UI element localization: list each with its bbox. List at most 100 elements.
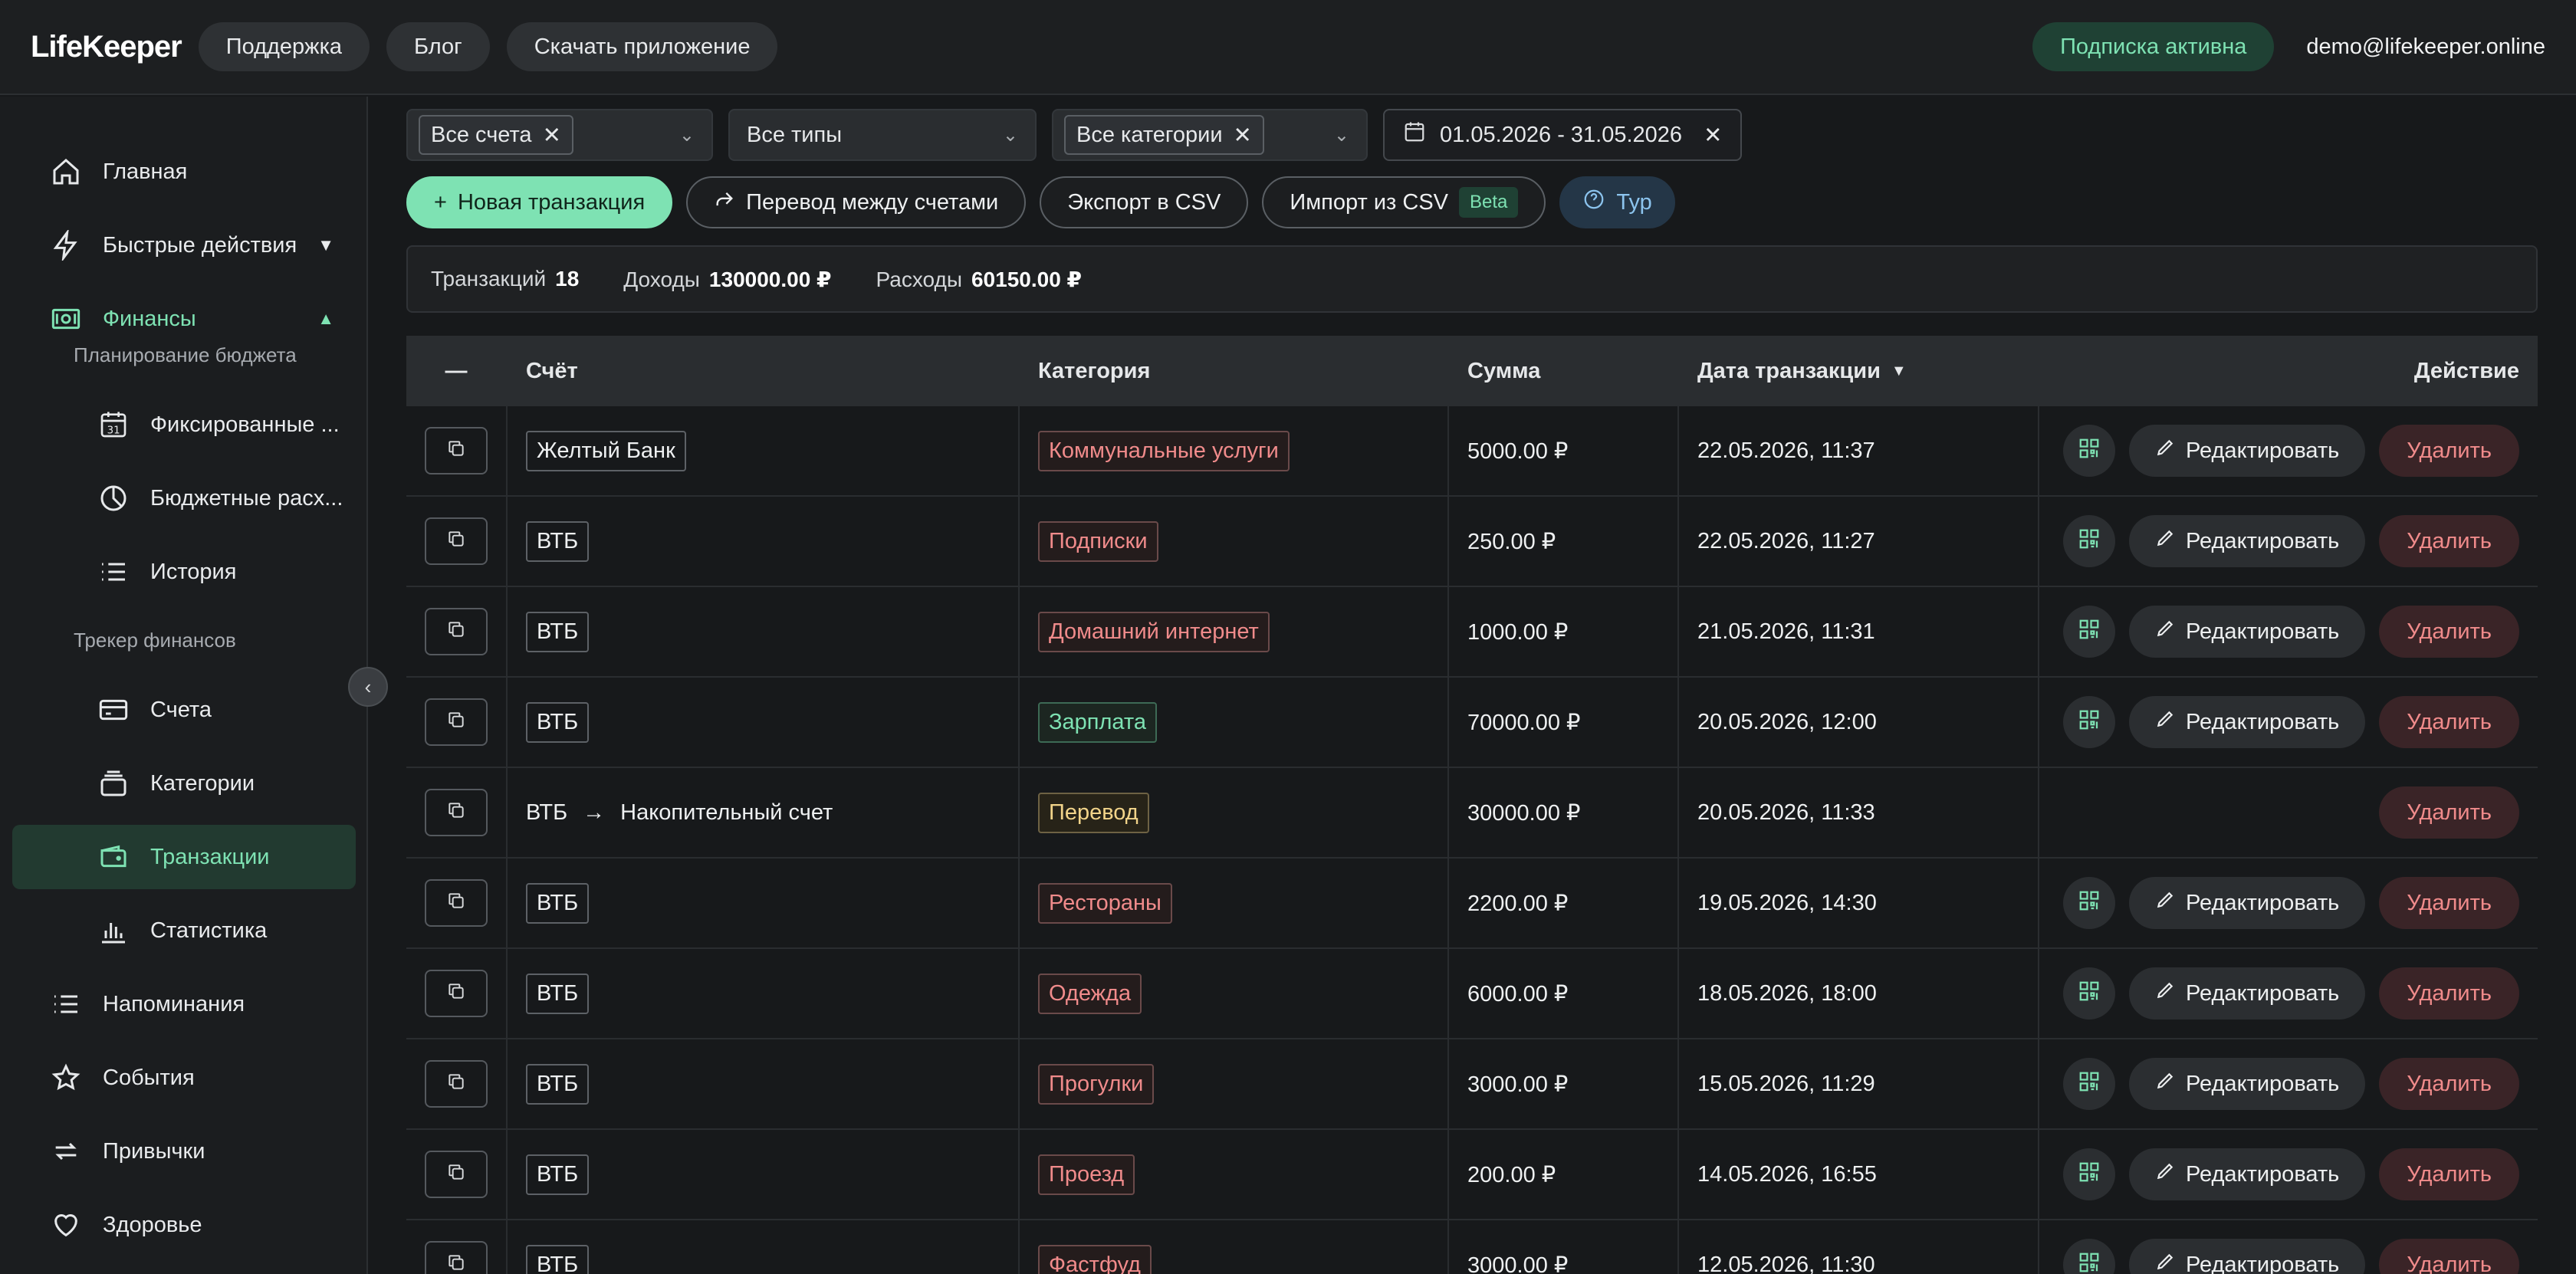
row-cell-account: ВТБ (508, 678, 1020, 767)
date-value: 14.05.2026, 16:55 (1697, 1161, 1877, 1187)
blog-link[interactable]: Блог (386, 22, 490, 71)
edit-button[interactable]: Редактировать (2128, 1058, 2366, 1110)
duplicate-button[interactable] (425, 608, 488, 655)
duplicate-button[interactable] (425, 517, 488, 565)
delete-button[interactable]: Удалить (2379, 696, 2519, 748)
edit-button[interactable]: Редактировать (2128, 515, 2366, 567)
row-cell-copy (406, 678, 508, 767)
sidebar-item-fixed[interactable]: 31 Фиксированные ... (12, 392, 356, 457)
edit-button[interactable]: Редактировать (2128, 696, 2366, 748)
summary-income: Доходы 130000.00 ₽ (623, 267, 832, 291)
download-app-link[interactable]: Скачать приложение (506, 22, 778, 71)
qr-code-button[interactable] (2062, 967, 2115, 1020)
close-icon[interactable]: ✕ (543, 122, 561, 149)
duplicate-button[interactable] (425, 1151, 488, 1198)
support-link[interactable]: Поддержка (198, 22, 370, 71)
sidebar-item-events[interactable]: События (12, 1046, 356, 1110)
duplicate-button[interactable] (425, 698, 488, 746)
qr-code-button[interactable] (2062, 606, 2115, 658)
sidebar-item-transactions[interactable]: Транзакции (12, 825, 356, 889)
edit-button[interactable]: Редактировать (2128, 606, 2366, 658)
duplicate-button[interactable] (425, 1241, 488, 1274)
qr-code-button[interactable] (2062, 425, 2115, 477)
qr-code-button[interactable] (2062, 696, 2115, 748)
row-cell-date: 22.05.2026, 11:27 (1679, 497, 2039, 586)
tour-button[interactable]: Тур (1559, 176, 1675, 228)
sidebar-item-habits[interactable]: Привычки (12, 1119, 356, 1184)
sidebar-item-categories[interactable]: Категории (12, 751, 356, 816)
qr-code-button[interactable] (2062, 1239, 2115, 1274)
categories-filter[interactable]: Все категории ✕ ⌄ (1052, 109, 1368, 161)
sidebar-item-label: Фиксированные ... (150, 412, 340, 437)
account-chip: ВТБ (526, 611, 590, 652)
sidebar-item-budget-expenses[interactable]: Бюджетные расх... (12, 466, 356, 530)
qr-code-button[interactable] (2062, 877, 2115, 929)
delete-button[interactable]: Удалить (2379, 786, 2519, 839)
account-chip: ВТБ (526, 973, 590, 1014)
sidebar-item-health[interactable]: Здоровье (12, 1193, 356, 1257)
delete-button[interactable]: Удалить (2379, 1148, 2519, 1200)
row-cell-actions: Редактировать Удалить (2039, 949, 2538, 1038)
edit-button[interactable]: Редактировать (2128, 967, 2366, 1020)
delete-button[interactable]: Удалить (2379, 515, 2519, 567)
sidebar-item-finance[interactable]: Финансы ▲ (12, 287, 356, 351)
edit-button[interactable]: Редактировать (2128, 1148, 2366, 1200)
row-cell-amount: 3000.00 ₽ (1449, 1220, 1679, 1274)
close-icon[interactable]: ✕ (1234, 122, 1252, 149)
delete-button[interactable]: Удалить (2379, 877, 2519, 929)
export-csv-button[interactable]: Экспорт в CSV (1040, 176, 1249, 228)
row-cell-date: 15.05.2026, 11:29 (1679, 1039, 2039, 1128)
qr-code-icon (2078, 1070, 2101, 1098)
sidebar-item-reminders[interactable]: Напоминания (12, 972, 356, 1036)
row-cell-copy (406, 406, 508, 495)
sidebar-item-home[interactable]: Главная (12, 140, 356, 204)
types-filter[interactable]: Все типы ⌄ (728, 109, 1037, 161)
row-cell-category: Перевод (1020, 768, 1449, 857)
date-range-picker[interactable]: 01.05.2026 - 31.05.2026 ✕ (1383, 109, 1743, 161)
sidebar-item-label: Бюджетные расх... (150, 485, 343, 511)
row-cell-account: ВТБ (508, 949, 1020, 1038)
sidebar-item-quick-actions[interactable]: Быстрые действия ▼ (12, 213, 356, 277)
sidebar: Главная Быстрые действия ▼ Финансы ▲ Пла… (0, 97, 368, 1274)
transfer-button[interactable]: Перевод между счетами (686, 176, 1027, 228)
pencil-icon (2155, 980, 2175, 1006)
row-cell-copy (406, 1130, 508, 1219)
new-transaction-button[interactable]: + Новая транзакция (406, 176, 673, 228)
app-logo[interactable]: LifeKeeper (31, 30, 182, 64)
sidebar-item-history[interactable]: История (12, 540, 356, 604)
close-icon[interactable]: ✕ (1704, 122, 1722, 149)
row-cell-date: 19.05.2026, 14:30 (1679, 859, 2039, 947)
import-csv-button[interactable]: Импорт из CSV Beta (1262, 176, 1546, 228)
qr-code-button[interactable] (2062, 1058, 2115, 1110)
duplicate-button[interactable] (425, 427, 488, 474)
select-all-checkbox[interactable]: — (406, 336, 508, 406)
edit-button[interactable]: Редактировать (2128, 425, 2366, 477)
collapse-sidebar-button[interactable]: ‹ (348, 667, 388, 707)
edit-button[interactable]: Редактировать (2128, 877, 2366, 929)
qr-code-icon (2078, 437, 2101, 465)
pencil-icon (2155, 528, 2175, 554)
subscription-badge[interactable]: Подписка активна (2032, 22, 2275, 71)
duplicate-button[interactable] (425, 970, 488, 1017)
amount-value: 70000.00 ₽ (1467, 710, 1581, 735)
duplicate-button[interactable] (425, 1060, 488, 1108)
duplicate-button[interactable] (425, 879, 488, 927)
delete-button[interactable]: Удалить (2379, 425, 2519, 477)
delete-button[interactable]: Удалить (2379, 967, 2519, 1020)
qr-code-button[interactable] (2062, 515, 2115, 567)
sidebar-item-accounts[interactable]: Счета (12, 678, 356, 742)
delete-button[interactable]: Удалить (2379, 1058, 2519, 1110)
header-date[interactable]: Дата транзакции ▼ (1679, 336, 2039, 406)
sidebar-item-statistics[interactable]: Статистика (12, 898, 356, 963)
duplicate-button[interactable] (425, 789, 488, 836)
edit-button[interactable]: Редактировать (2128, 1239, 2366, 1274)
delete-button[interactable]: Удалить (2379, 1239, 2519, 1274)
delete-button[interactable]: Удалить (2379, 606, 2519, 658)
row-cell-amount: 3000.00 ₽ (1449, 1039, 1679, 1128)
user-email[interactable]: demo@lifekeeper.online (2306, 34, 2545, 60)
qr-code-button[interactable] (2062, 1148, 2115, 1200)
accounts-filter[interactable]: Все счета ✕ ⌄ (406, 109, 713, 161)
row-cell-account: ВТБ (508, 587, 1020, 676)
date-value: 15.05.2026, 11:29 (1697, 1071, 1875, 1096)
qr-code-icon (2078, 1161, 2101, 1189)
